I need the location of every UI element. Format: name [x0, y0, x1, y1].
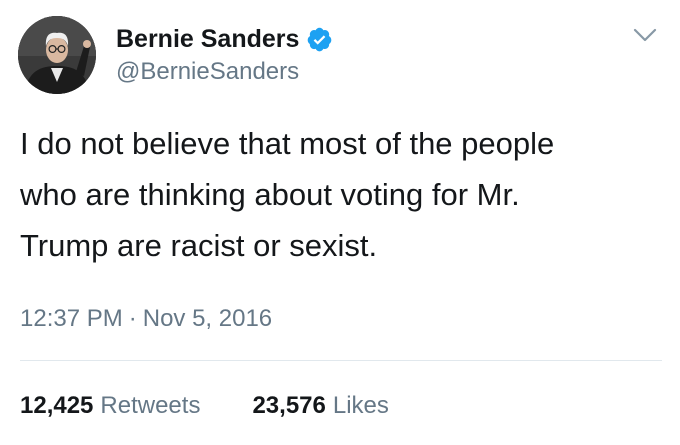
verified-badge-icon — [306, 26, 333, 53]
tweet-text-line: who are thinking about voting for Mr. — [20, 177, 520, 212]
tweet-stats: 12,425 Retweets 23,576 Likes — [20, 392, 389, 420]
tweet-text-line: Trump are racist or sexist. — [20, 228, 378, 263]
tweet-text-line: I do not believe that most of the people — [20, 126, 555, 161]
separator-dot: · — [128, 305, 137, 332]
author-handle[interactable]: @BernieSanders — [116, 58, 299, 86]
author-name-row: Bernie Sanders — [116, 22, 333, 56]
display-name[interactable]: Bernie Sanders — [116, 25, 299, 54]
tweet-card: Bernie Sanders @BernieSanders I do not b… — [0, 0, 680, 445]
chevron-down-icon[interactable] — [632, 26, 658, 44]
divider — [20, 360, 662, 361]
likes-label: Likes — [332, 392, 389, 419]
likes-stat[interactable]: 23,576 Likes — [252, 392, 388, 420]
retweets-label: Retweets — [100, 392, 201, 419]
tweet-text: I do not believe that most of the people… — [20, 118, 660, 271]
retweets-count: 12,425 — [20, 392, 94, 419]
tweet-timestamp[interactable]: 12:37 PM · Nov 5, 2016 — [20, 305, 272, 333]
tweet-time: 12:37 PM — [20, 305, 123, 332]
retweets-stat[interactable]: 12,425 Retweets — [20, 392, 200, 420]
likes-count: 23,576 — [252, 392, 326, 419]
avatar-photo — [18, 16, 96, 94]
avatar[interactable] — [18, 16, 96, 94]
tweet-date: Nov 5, 2016 — [142, 305, 273, 332]
